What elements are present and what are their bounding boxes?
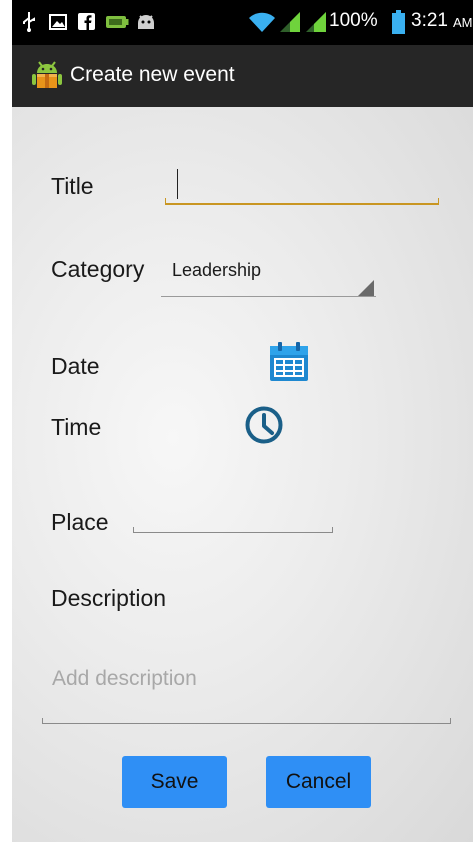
dropdown-arrow-icon (358, 280, 374, 296)
place-input-underline (133, 527, 333, 533)
gallery-icon (49, 14, 67, 30)
event-form: Title Category Leadership Date Time Plac… (12, 107, 473, 842)
screen-title: Create new event (70, 63, 235, 86)
place-input[interactable] (133, 499, 333, 535)
place-label: Place (51, 509, 109, 535)
clock-ampm: AM (453, 15, 473, 30)
facebook-icon (78, 13, 95, 30)
signal-icon (306, 12, 326, 32)
battery-saver-icon (106, 16, 129, 28)
title-label: Title (51, 173, 94, 199)
category-selected-value: Leadership (172, 260, 262, 280)
category-select[interactable]: Leadership (161, 252, 376, 298)
category-label: Category (51, 256, 145, 282)
battery-icon (392, 10, 405, 34)
category-select-underline (161, 296, 376, 297)
device-screen: 100% 3:21 AM Create new event Title Cate… (12, 0, 473, 842)
description-placeholder: Add description (52, 667, 197, 690)
text-cursor (177, 169, 178, 199)
description-input-underline (42, 718, 451, 724)
clock-time: 3:21 (411, 10, 448, 31)
signal-icon (280, 12, 300, 32)
time-label: Time (51, 414, 102, 440)
cancel-button[interactable]: Cancel (266, 756, 371, 808)
save-button[interactable]: Save (122, 756, 227, 808)
description-label: Description (51, 585, 167, 611)
title-input-underline (165, 198, 439, 205)
calendar-icon[interactable] (268, 341, 310, 383)
title-input[interactable] (165, 165, 439, 207)
battery-percent: 100% (329, 10, 378, 31)
description-input[interactable]: Add description (42, 655, 451, 725)
action-bar: Create new event (12, 45, 473, 107)
status-bar: 100% 3:21 AM (12, 0, 473, 45)
android-app-icon (32, 61, 62, 88)
date-label: Date (51, 353, 100, 379)
usb-icon (23, 12, 35, 32)
android-icon (138, 15, 154, 29)
wifi-icon (249, 12, 275, 32)
clock-icon[interactable] (244, 405, 284, 445)
